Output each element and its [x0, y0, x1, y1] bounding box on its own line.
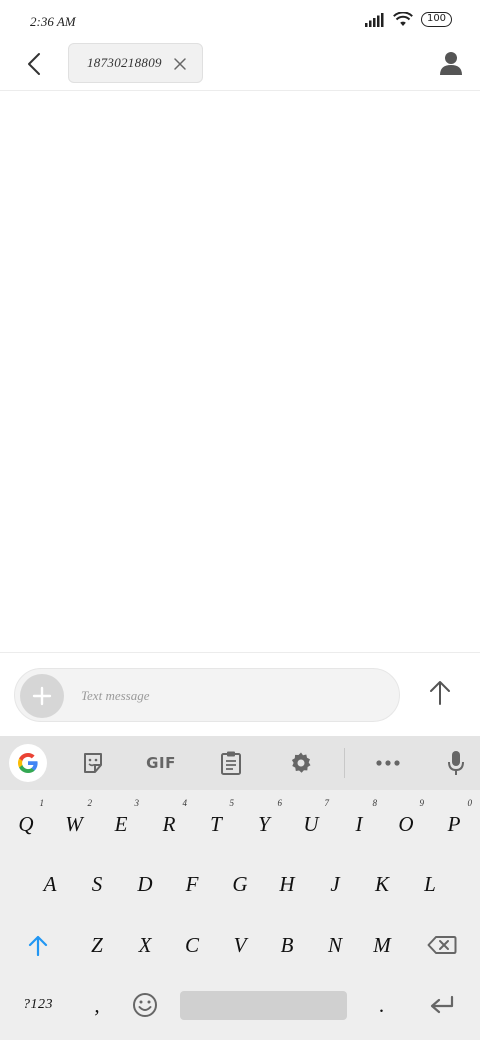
message-list [0, 92, 480, 652]
key-r[interactable]: 4R [145, 798, 193, 848]
keyboard-toolbar: GIF [0, 736, 480, 790]
key-i[interactable]: 8I [335, 798, 383, 848]
compose-bar [0, 652, 480, 736]
key-a[interactable]: A [26, 860, 74, 908]
compose-box [14, 668, 400, 722]
key-f[interactable]: F [168, 860, 216, 908]
key-n[interactable]: N [311, 921, 359, 969]
contact-icon[interactable] [438, 50, 464, 76]
period-key[interactable]: . [358, 981, 406, 1029]
shift-icon [28, 935, 48, 956]
key-t[interactable]: 5T [192, 798, 240, 848]
key-u[interactable]: 7U [287, 798, 335, 848]
clipboard-button[interactable] [214, 746, 248, 780]
settings-icon [291, 752, 311, 773]
key-e[interactable]: 3E [97, 798, 145, 848]
key-s[interactable]: S [73, 860, 121, 908]
close-icon[interactable] [172, 56, 188, 72]
status-bar: 2:36 AM 100 [0, 0, 480, 42]
settings-button[interactable] [284, 746, 318, 780]
google-icon [18, 753, 38, 773]
conversation-header: 18730218809 [0, 42, 480, 91]
gif-button[interactable]: GIF [140, 746, 182, 780]
key-v[interactable]: V [216, 921, 264, 969]
key-c[interactable]: C [168, 921, 216, 969]
key-l[interactable]: L [406, 860, 454, 908]
signal-icon [365, 12, 384, 27]
mic-button[interactable] [440, 746, 472, 780]
add-attachment-button[interactable] [20, 674, 64, 718]
google-button[interactable] [9, 744, 47, 782]
sticker-button[interactable] [76, 746, 110, 780]
sticker-icon [84, 753, 102, 773]
key-row-3: Z X C V B N M [0, 921, 480, 969]
clipboard-icon [221, 751, 241, 775]
mic-icon [448, 751, 464, 775]
recipient-number: 18730218809 [87, 55, 162, 70]
key-k[interactable]: K [358, 860, 406, 908]
wifi-icon [393, 12, 413, 26]
backspace-key[interactable] [416, 921, 468, 969]
shift-key[interactable] [14, 921, 62, 969]
back-arrow-icon [28, 53, 40, 75]
gif-label: GIF [146, 754, 176, 772]
key-row-1: 1Q 2W 3E 4R 5T 6Y 7U 8I 9O 0P [0, 798, 480, 848]
key-row-4-right: . [0, 981, 480, 1029]
key-o[interactable]: 9O [382, 798, 430, 848]
key-j[interactable]: J [311, 860, 359, 908]
battery-icon: 100 [421, 12, 452, 27]
keyboard: GIF 1 Q 2 W 3 E 4 R 5 T 6 Y 7 U 8 I 9 O … [0, 736, 480, 1040]
key-x[interactable]: X [121, 921, 169, 969]
key-p[interactable]: 0P [430, 798, 478, 848]
more-button[interactable] [370, 746, 406, 780]
key-b[interactable]: B [263, 921, 311, 969]
recipient-chip[interactable]: 18730218809 [68, 43, 203, 83]
more-icon [376, 760, 400, 766]
status-time: 2:36 AM [30, 14, 76, 29]
key-g[interactable]: G [216, 860, 264, 908]
back-button[interactable] [20, 50, 48, 78]
send-arrow-icon[interactable] [426, 679, 454, 707]
key-m[interactable]: M [358, 921, 406, 969]
enter-icon [430, 995, 454, 1014]
key-row-2: A S D F G H J K L [0, 860, 480, 908]
plus-icon [32, 686, 52, 706]
backspace-icon [427, 936, 457, 954]
key-d[interactable]: D [121, 860, 169, 908]
message-input[interactable] [81, 681, 381, 711]
key-h[interactable]: H [263, 860, 311, 908]
enter-key[interactable] [416, 981, 468, 1029]
key-z[interactable]: Z [73, 921, 121, 969]
key-y[interactable]: 6Y [240, 798, 288, 848]
toolbar-divider [344, 748, 345, 778]
key-w[interactable]: 2W [50, 798, 98, 848]
status-icons: 100 [365, 12, 452, 27]
key-q[interactable]: 1Q [2, 798, 50, 848]
